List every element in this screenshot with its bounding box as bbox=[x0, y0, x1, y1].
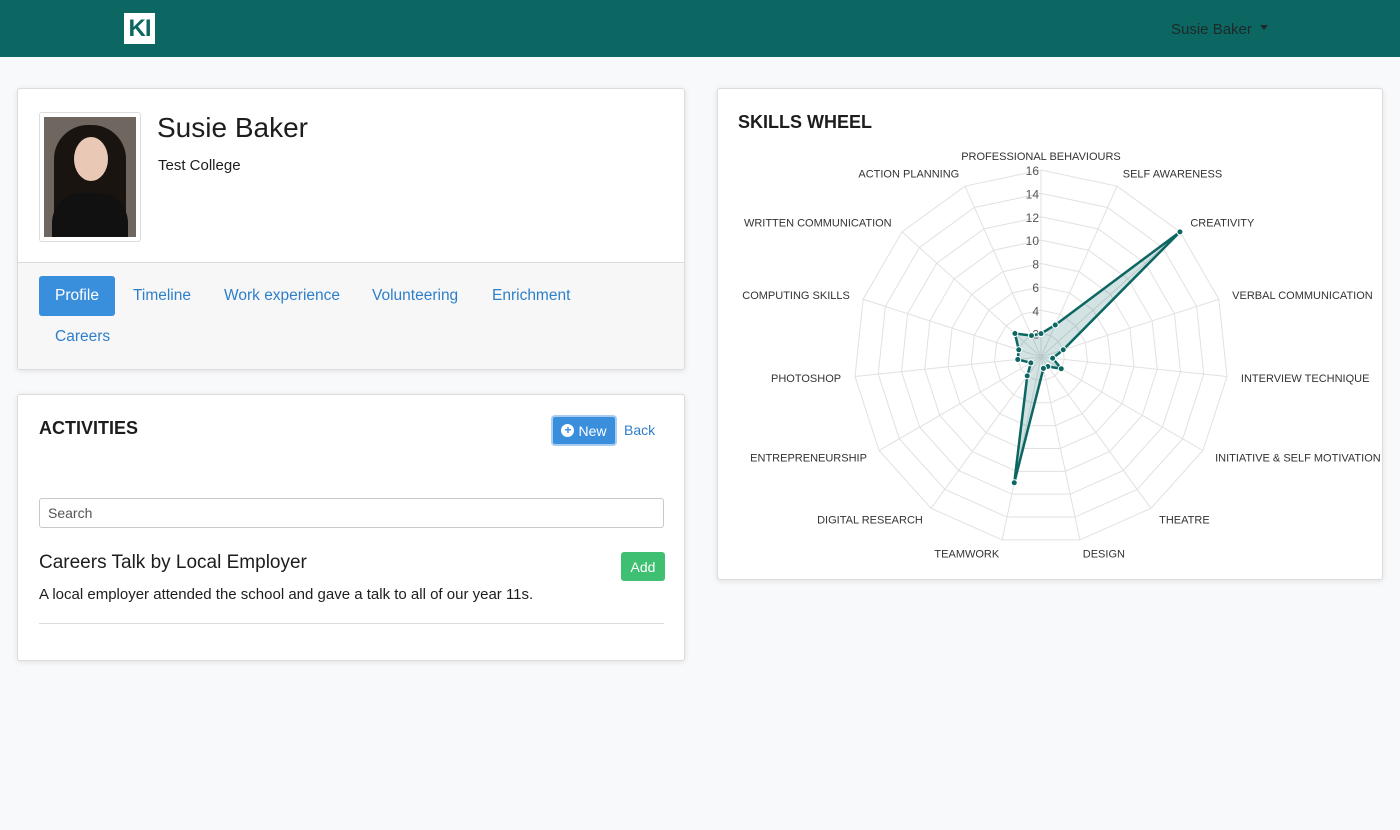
tab-volunteering[interactable]: Volunteering bbox=[356, 276, 474, 316]
radar-data-point bbox=[1023, 372, 1031, 380]
tab-enrichment[interactable]: Enrichment bbox=[476, 276, 586, 316]
profile-photo bbox=[44, 117, 136, 237]
radar-category-label: PROFESSIONAL BEHAVIOURS bbox=[961, 151, 1121, 163]
radar-data-point bbox=[1027, 359, 1035, 367]
logo-text: KI bbox=[128, 15, 152, 42]
radar-category-label: INTERVIEW TECHNIQUE bbox=[1241, 373, 1370, 385]
radar-category-label: DESIGN bbox=[1083, 549, 1125, 561]
radar-tick-label: 12 bbox=[1026, 211, 1040, 225]
search-input[interactable] bbox=[39, 498, 664, 528]
radar-category-label: PHOTOSHOP bbox=[771, 373, 841, 385]
radar-series-area bbox=[1013, 230, 1181, 484]
radar-spoke bbox=[862, 298, 1042, 358]
plus-circle-icon: + bbox=[561, 424, 575, 437]
radar-category-label: DIGITAL RESEARCH bbox=[817, 515, 923, 527]
skills-wheel-card: SKILLS WHEEL 246810121416PROFESSIONAL BE… bbox=[717, 88, 1383, 580]
radar-category-label: INITIATIVE & SELF MOTIVATION bbox=[1215, 453, 1381, 465]
tab-work-experience[interactable]: Work experience bbox=[208, 276, 356, 316]
radar-tick-label: 8 bbox=[1032, 258, 1039, 272]
app-logo[interactable]: KI bbox=[124, 13, 155, 44]
radar-data-point bbox=[1039, 364, 1047, 372]
radar-data-point bbox=[1059, 346, 1067, 354]
radar-category-label: WRITTEN COMMUNICATION bbox=[744, 218, 892, 230]
back-link[interactable]: Back bbox=[624, 422, 655, 438]
radar-data-point bbox=[1037, 330, 1045, 338]
radar-category-label: TEAMWORK bbox=[934, 549, 999, 561]
user-menu-label: Susie Baker bbox=[1171, 20, 1252, 38]
top-navbar: KI Susie Baker bbox=[0, 0, 1400, 57]
activity-description: A local employer attended the school and… bbox=[39, 586, 534, 603]
radar-data-point bbox=[1176, 228, 1184, 236]
radar-tick-label: 10 bbox=[1026, 234, 1040, 248]
new-button-label: New bbox=[578, 422, 607, 439]
profile-card: Susie Baker Test College Profile Timelin… bbox=[17, 88, 685, 370]
radar-category-label: SELF AWARENESS bbox=[1123, 168, 1222, 180]
user-menu-dropdown[interactable]: Susie Baker bbox=[1171, 19, 1268, 39]
radar-category-label: ACTION PLANNING bbox=[858, 168, 959, 180]
profile-name: Susie Baker bbox=[157, 112, 308, 143]
tab-timeline[interactable]: Timeline bbox=[117, 276, 207, 316]
activities-card: ACTIVITIES + New Back Careers Talk by Lo… bbox=[17, 394, 685, 661]
skills-radar-chart: 246810121416PROFESSIONAL BEHAVIOURSSELF … bbox=[742, 151, 1381, 561]
tab-profile[interactable]: Profile bbox=[39, 276, 115, 316]
radar-tick-label: 16 bbox=[1026, 164, 1040, 178]
activity-title: Careers Talk by Local Employer bbox=[39, 552, 307, 573]
profile-tabs: Profile Timeline Work experience Volunte… bbox=[18, 262, 684, 369]
radar-tick-label: 6 bbox=[1032, 281, 1039, 295]
radar-data-point bbox=[1015, 346, 1023, 354]
radar-data-point bbox=[1014, 355, 1022, 363]
add-activity-button[interactable]: Add bbox=[621, 552, 665, 581]
radar-tick-label: 14 bbox=[1026, 187, 1040, 201]
activities-title: ACTIVITIES bbox=[39, 418, 139, 438]
radar-category-label: COMPUTING SKILLS bbox=[742, 290, 850, 302]
new-activity-button[interactable]: + New bbox=[551, 415, 617, 446]
caret-down-icon bbox=[1259, 25, 1268, 30]
radar-category-label: VERBAL COMMUNICATION bbox=[1232, 290, 1373, 302]
radar-category-label: ENTREPRENEURSHIP bbox=[750, 453, 867, 465]
tab-careers[interactable]: Careers bbox=[39, 317, 126, 357]
radar-data-point bbox=[1010, 479, 1018, 487]
radar-tick-label: 4 bbox=[1032, 304, 1039, 318]
profile-college: Test College bbox=[158, 157, 241, 174]
radar-data-point bbox=[1057, 365, 1065, 373]
radar-data-point bbox=[1051, 321, 1059, 329]
radar-category-label: CREATIVITY bbox=[1190, 218, 1255, 230]
divider bbox=[39, 623, 664, 624]
radar-category-label: THEATRE bbox=[1159, 515, 1210, 527]
avatar bbox=[39, 112, 141, 242]
radar-data-point bbox=[1027, 332, 1035, 340]
radar-data-point bbox=[1011, 330, 1019, 338]
radar-data-point bbox=[1049, 354, 1057, 362]
